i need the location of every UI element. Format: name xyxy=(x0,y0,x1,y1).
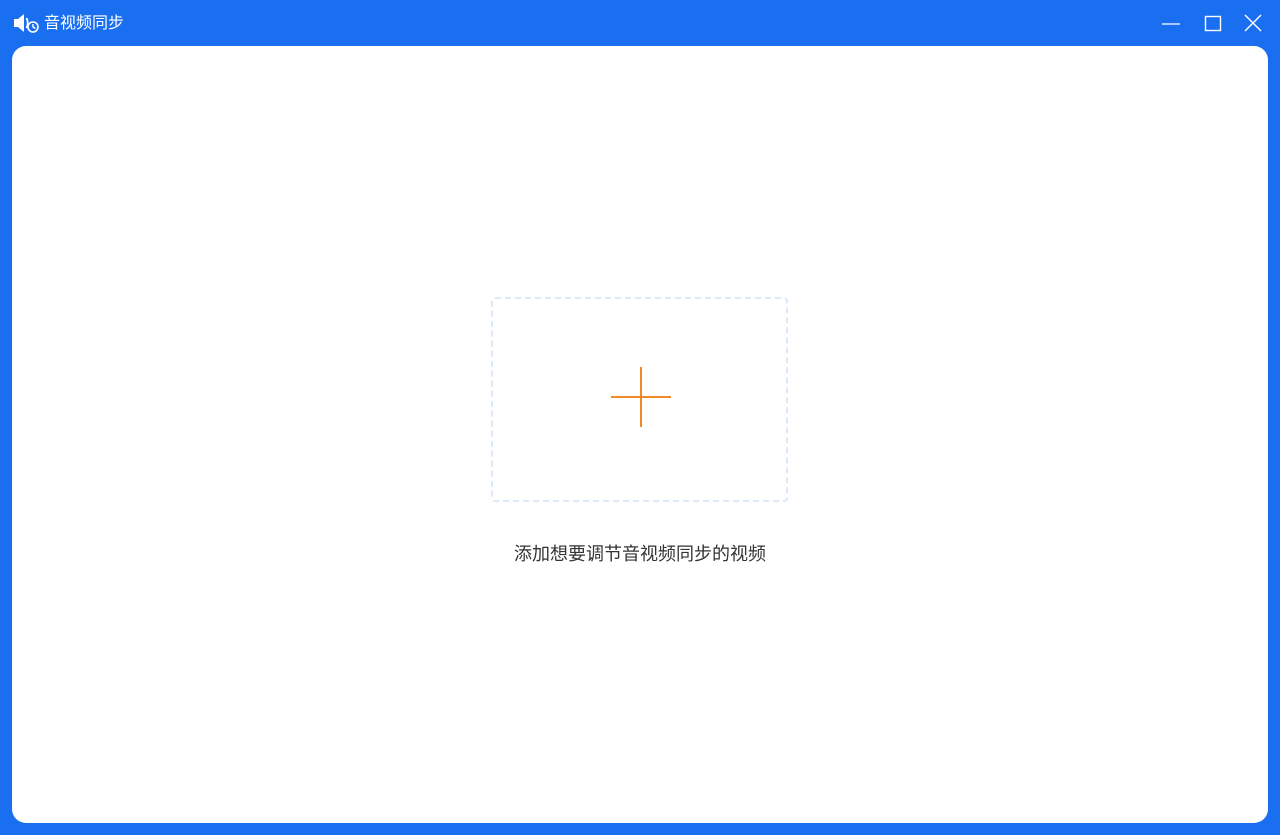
app-window: 音视频同步 添加想要调节音视频同步的视频 xyxy=(0,0,1280,835)
minimize-icon xyxy=(1156,8,1186,38)
maximize-button[interactable] xyxy=(1198,8,1228,38)
add-video-dropzone[interactable] xyxy=(491,297,788,502)
window-title: 音视频同步 xyxy=(44,13,125,32)
add-video-hint: 添加想要调节音视频同步的视频 xyxy=(514,544,766,565)
speaker-clock-icon xyxy=(13,12,39,34)
close-icon xyxy=(1238,8,1268,38)
main-content: 添加想要调节音视频同步的视频 xyxy=(12,46,1268,823)
minimize-button[interactable] xyxy=(1156,8,1186,38)
title-bar[interactable]: 音视频同步 xyxy=(0,0,1280,46)
maximize-icon xyxy=(1198,8,1228,38)
close-button[interactable] xyxy=(1238,8,1268,38)
plus-icon xyxy=(611,367,671,427)
